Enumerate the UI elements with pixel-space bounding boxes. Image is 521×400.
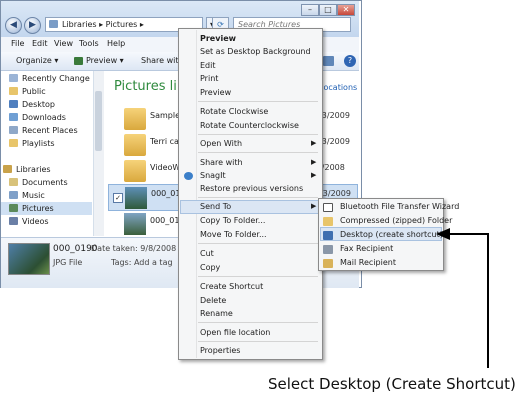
caption-text: Select Desktop (Create Shortcut) xyxy=(268,375,516,393)
callout-arrow xyxy=(436,228,489,368)
